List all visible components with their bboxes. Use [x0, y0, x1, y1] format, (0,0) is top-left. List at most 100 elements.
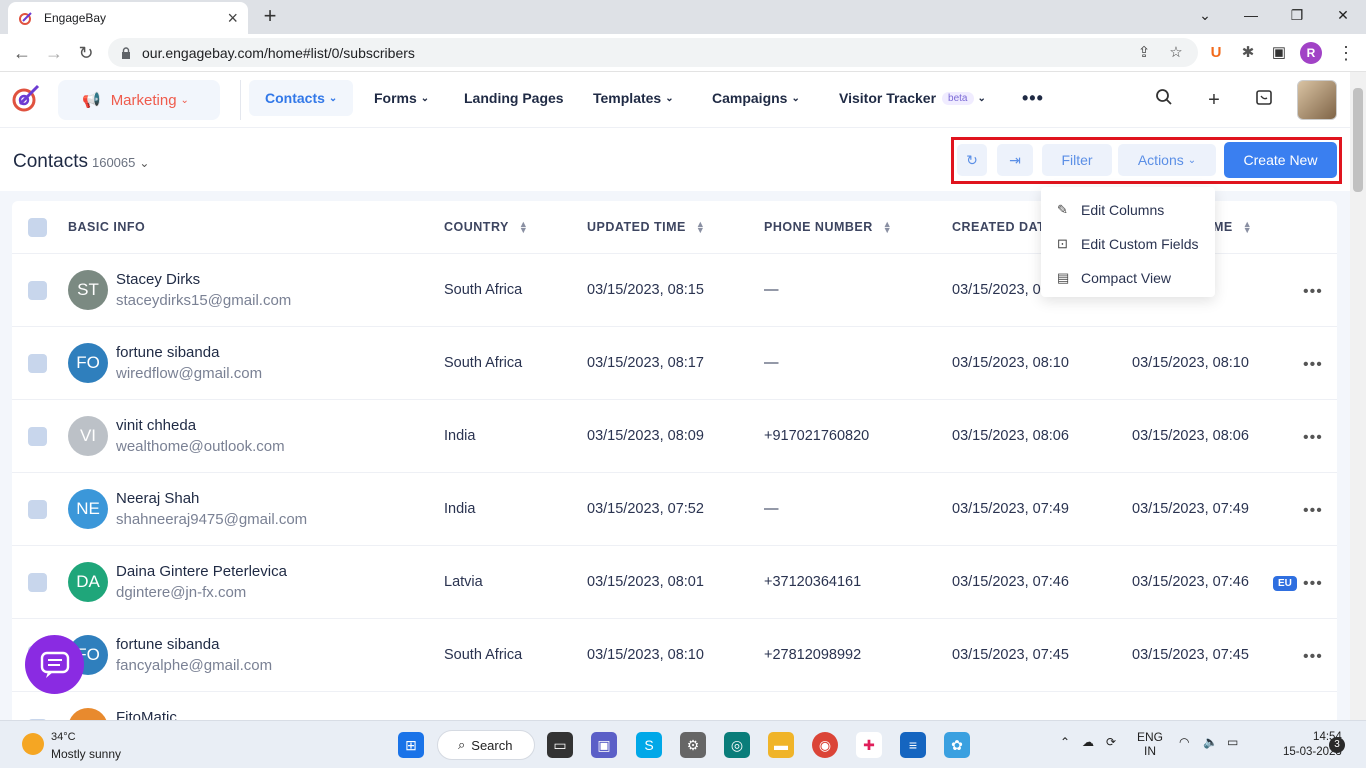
row-checkbox[interactable] — [28, 281, 47, 300]
side-panel-icon[interactable]: ▣ — [1268, 42, 1290, 64]
table-row[interactable]: VI vinit chheda wealthome@outlook.com India… — [12, 400, 1337, 473]
page-scrollbar[interactable] — [1350, 72, 1366, 720]
skype-icon[interactable]: S — [636, 732, 662, 758]
contact-name[interactable]: Stacey Dirks — [116, 271, 200, 288]
contact-name[interactable]: Neeraj Shah — [116, 490, 199, 507]
contact-name[interactable]: Daina Gintere Peterlevica — [116, 563, 287, 580]
sort-icon[interactable]: ▲ ▼ — [883, 220, 892, 235]
teams-chat-icon[interactable]: ▣ — [591, 732, 617, 758]
add-icon[interactable]: + — [1200, 86, 1228, 114]
contact-avatar[interactable]: ST — [68, 270, 108, 310]
chrome-icon[interactable]: ◉ — [812, 732, 838, 758]
nav-visitor-tracker[interactable]: Visitor Tracker beta ⌄ — [823, 80, 1002, 116]
create-new-button[interactable]: Create New — [1224, 142, 1337, 178]
column-created-date[interactable]: CREATED DATE — [952, 220, 1054, 234]
language-indicator[interactable]: ENG IN — [1137, 730, 1163, 758]
import-button[interactable]: ⇥ — [997, 144, 1033, 176]
tab-close-icon[interactable]: × — [227, 8, 238, 29]
row-more-icon[interactable]: ••• — [1303, 648, 1323, 666]
extension-u-icon[interactable]: U — [1205, 42, 1227, 64]
chat-button[interactable] — [25, 635, 84, 694]
new-tab-icon[interactable]: + — [258, 4, 282, 28]
search-icon[interactable] — [1150, 86, 1178, 114]
app-icon[interactable]: ◎ — [724, 732, 750, 758]
task-view-icon[interactable]: ▭ — [547, 732, 573, 758]
table-row[interactable]: FO fortune sibanda fancyalphe@gmail.com Sou… — [12, 619, 1337, 692]
engagebay-logo[interactable] — [10, 82, 42, 114]
nav-campaigns[interactable]: Campaigns ⌄ — [696, 80, 816, 116]
column-phone-number[interactable]: PHONE NUMBER ▲ ▼ — [764, 220, 892, 235]
contact-name[interactable]: fortune sibanda — [116, 344, 219, 361]
select-all-checkbox[interactable] — [28, 218, 47, 237]
paint-icon[interactable]: ✿ — [944, 732, 970, 758]
row-more-icon[interactable]: ••• — [1303, 502, 1323, 520]
row-checkbox[interactable] — [28, 427, 47, 446]
contact-name[interactable]: vinit chheda — [116, 417, 196, 434]
contact-avatar[interactable]: NE — [68, 489, 108, 529]
row-checkbox[interactable] — [28, 573, 47, 592]
sort-icon[interactable]: ▲ ▼ — [696, 220, 705, 235]
tray-chevron-icon[interactable]: ⌃ — [1060, 735, 1070, 749]
bookmark-star-icon[interactable]: ☆ — [1166, 43, 1186, 63]
nav-landing-pages[interactable]: Landing Pages — [448, 80, 580, 116]
onedrive-icon[interactable]: ☁ — [1082, 735, 1094, 749]
browser-menu-icon[interactable]: ⋮ — [1336, 42, 1356, 64]
row-checkbox[interactable] — [28, 500, 47, 519]
nav-forms[interactable]: Forms ⌄ — [358, 80, 445, 116]
battery-icon[interactable]: ▭ — [1227, 735, 1238, 749]
browser-tab[interactable]: EngageBay × — [8, 2, 248, 34]
page-title[interactable]: Contacts 160065 ⌄ — [13, 151, 149, 173]
menu-edit-columns[interactable]: ✎ Edit Columns — [1041, 193, 1215, 227]
profile-avatar[interactable]: R — [1300, 42, 1322, 64]
wifi-icon[interactable]: ◠ — [1179, 735, 1189, 749]
reload-icon[interactable]: ↻ — [74, 41, 98, 65]
contact-avatar[interactable]: DA — [68, 562, 108, 602]
row-more-icon[interactable]: ••• — [1303, 356, 1323, 374]
calls-icon[interactable] — [1250, 86, 1278, 114]
restore-icon[interactable]: ❐ — [1274, 0, 1320, 30]
contact-name[interactable]: fortune sibanda — [116, 636, 219, 653]
extensions-puzzle-icon[interactable]: ✱ — [1237, 42, 1259, 64]
table-row[interactable]: FO fortune sibanda wiredflow@gmail.com Sout… — [12, 327, 1337, 400]
row-checkbox[interactable] — [28, 354, 47, 373]
row-more-icon[interactable]: ••• — [1303, 429, 1323, 447]
row-more-icon[interactable]: ••• — [1303, 575, 1323, 593]
refresh-button[interactable]: ↻ — [957, 144, 987, 176]
row-more-icon[interactable]: ••• — [1303, 283, 1323, 301]
contact-avatar[interactable]: FO — [68, 343, 108, 383]
sort-icon[interactable]: ▲ ▼ — [519, 220, 528, 235]
filter-button[interactable]: Filter — [1042, 144, 1112, 176]
column-updated-time[interactable]: UPDATED TIME ▲ ▼ — [587, 220, 705, 235]
notepad-icon[interactable]: ≡ — [900, 732, 926, 758]
menu-edit-custom-fields[interactable]: ⊡ Edit Custom Fields — [1041, 227, 1215, 261]
column-last-time[interactable]: ME ▲ ▼ — [1213, 220, 1252, 235]
column-basic-info[interactable]: BASIC INFO — [68, 220, 145, 234]
user-avatar[interactable] — [1297, 80, 1337, 120]
nav-contacts[interactable]: Contacts ⌄ — [249, 80, 354, 116]
table-row[interactable]: DA Daina Gintere Peterlevica dgintere@jn-f… — [12, 546, 1337, 619]
windows-start-icon[interactable]: ⊞ — [398, 732, 424, 758]
menu-compact-view[interactable]: ▤ Compact View — [1041, 261, 1215, 295]
settings-gear-icon[interactable]: ⚙ — [680, 732, 706, 758]
weather-sun-icon[interactable] — [22, 733, 44, 755]
file-explorer-icon[interactable]: ▬ — [768, 732, 794, 758]
contact-avatar[interactable]: VI — [68, 416, 108, 456]
taskbar-search[interactable]: ⌕ Search — [437, 730, 535, 760]
tab-search-icon[interactable]: ⌄ — [1182, 0, 1228, 30]
table-row[interactable]: NE Neeraj Shah shahneeraj9475@gmail.com Ind… — [12, 473, 1337, 546]
slack-icon[interactable]: ✚ — [856, 732, 882, 758]
address-bar[interactable]: our.engagebay.com/home#list/0/subscriber… — [108, 38, 1198, 67]
scrollbar-thumb[interactable] — [1353, 88, 1363, 192]
share-icon[interactable]: ⇪ — [1134, 43, 1154, 63]
volume-icon[interactable]: 🔈 — [1203, 735, 1218, 749]
sort-icon[interactable]: ▲ ▼ — [1243, 220, 1252, 235]
nav-templates[interactable]: Templates ⌄ — [577, 80, 690, 116]
module-switcher[interactable]: 📢 Marketing ⌄ — [58, 80, 220, 120]
minimize-icon[interactable]: — — [1228, 0, 1274, 30]
actions-button[interactable]: Actions ⌄ — [1118, 144, 1216, 176]
more-nav-icon[interactable]: ••• — [1006, 80, 1060, 116]
column-country[interactable]: COUNTRY ▲ ▼ — [444, 220, 528, 235]
back-icon[interactable]: ← — [10, 41, 34, 65]
notification-badge[interactable]: 3 — [1329, 737, 1345, 753]
close-window-icon[interactable]: ✕ — [1320, 0, 1366, 30]
